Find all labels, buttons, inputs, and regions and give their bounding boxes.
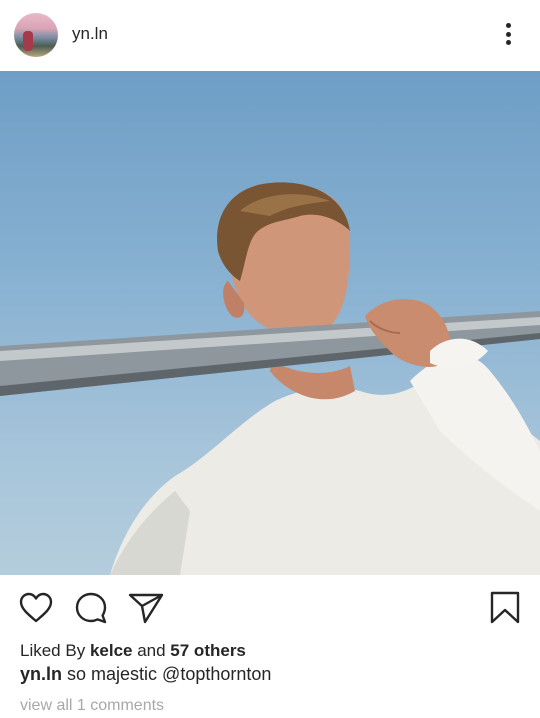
send-icon[interactable] [128, 592, 164, 624]
bookmark-icon[interactable] [489, 591, 521, 625]
caption-username[interactable]: yn.ln [20, 664, 62, 684]
action-bar [0, 575, 540, 641]
view-comments-link[interactable]: view all 1 comments [20, 697, 164, 715]
liked-by-user[interactable]: kelce [90, 641, 133, 660]
likes-prefix: Liked By [20, 641, 90, 660]
likes-line[interactable]: Liked By kelce and 57 others [20, 641, 246, 661]
comment-icon[interactable] [74, 591, 108, 625]
post-photo[interactable] [0, 71, 540, 575]
avatar[interactable] [14, 13, 58, 57]
likes-others[interactable]: 57 others [170, 641, 246, 660]
heart-icon[interactable] [19, 592, 53, 624]
more-vertical-icon[interactable] [496, 20, 520, 48]
post-username[interactable]: yn.ln [72, 24, 108, 44]
likes-conj: and [132, 641, 171, 660]
caption-text: so majestic @topthornton [62, 664, 272, 684]
post-header: yn.ln [0, 0, 540, 71]
caption: yn.ln so majestic @topthornton [20, 664, 271, 685]
